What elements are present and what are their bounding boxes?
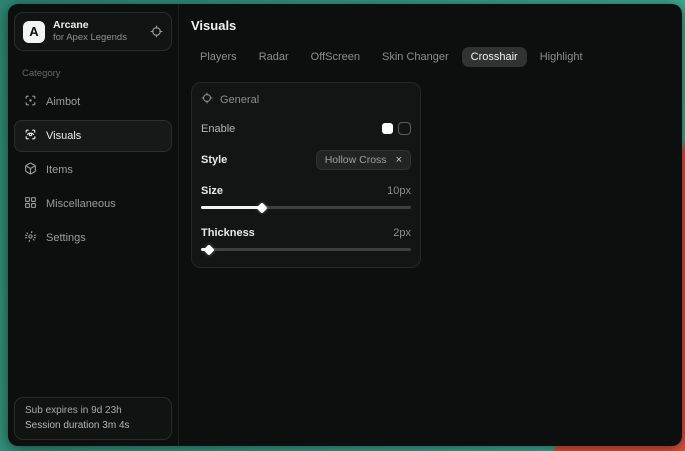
target-icon[interactable] [150, 25, 163, 38]
category-label: Category [22, 68, 164, 79]
sub-expires-text: Sub expires in 9d 23h [25, 404, 161, 419]
enable-checkbox[interactable] [398, 122, 411, 135]
close-icon[interactable]: × [396, 155, 402, 166]
size-slider-thumb[interactable] [256, 202, 267, 213]
tab-crosshair[interactable]: Crosshair [462, 47, 527, 67]
enable-row: Enable [201, 122, 411, 135]
enable-label: Enable [201, 123, 235, 135]
sidebar-item-label: Items [46, 164, 73, 176]
style-select[interactable]: Hollow Cross × [316, 150, 411, 170]
card-title: General [220, 94, 259, 106]
sidebar-item-label: Aimbot [46, 96, 80, 108]
tab-radar[interactable]: Radar [250, 47, 298, 67]
sidebar-item-miscellaneous[interactable]: Miscellaneous [14, 188, 172, 220]
color-swatch[interactable] [382, 123, 393, 134]
size-row: Size 10px [201, 185, 411, 197]
sidebar-item-label: Visuals [46, 130, 81, 142]
tab-skin-changer[interactable]: Skin Changer [373, 47, 458, 67]
size-value: 10px [387, 185, 411, 197]
scan-eye-icon [24, 128, 37, 144]
size-label: Size [201, 185, 223, 197]
sidebar-nav: Aimbot Visuals Items [14, 86, 172, 254]
style-value: Hollow Cross [325, 154, 387, 166]
sidebar-item-items[interactable]: Items [14, 154, 172, 186]
tab-bar: Players Radar OffScreen Skin Changer Cro… [191, 47, 670, 67]
sidebar-item-visuals[interactable]: Visuals [14, 120, 172, 152]
sidebar: A Arcane for Apex Legends Category Aimbo… [8, 4, 179, 446]
session-duration-text: Session duration 3m 4s [25, 419, 161, 434]
subscription-card: Sub expires in 9d 23h Session duration 3… [14, 397, 172, 440]
app-window: A Arcane for Apex Legends Category Aimbo… [8, 4, 682, 446]
tab-players[interactable]: Players [191, 47, 246, 67]
thickness-label: Thickness [201, 227, 255, 239]
aimbot-focus-icon [24, 94, 37, 110]
general-card: General Enable Style Hollow Cross × Size… [191, 82, 421, 268]
tab-offscreen[interactable]: OffScreen [302, 47, 369, 67]
profile-card: A Arcane for Apex Legends [14, 12, 172, 51]
style-label: Style [201, 154, 227, 166]
gear-icon [24, 230, 37, 246]
page-title: Visuals [191, 18, 670, 33]
style-row: Style Hollow Cross × [201, 150, 411, 170]
sidebar-item-label: Settings [46, 232, 86, 244]
thickness-slider-thumb[interactable] [204, 244, 215, 255]
app-subtitle: for Apex Legends [53, 32, 142, 44]
thickness-slider[interactable] [201, 245, 411, 254]
app-logo: A [23, 21, 45, 43]
thickness-row: Thickness 2px [201, 227, 411, 239]
main-content: Visuals Players Radar OffScreen Skin Cha… [179, 4, 682, 446]
tab-highlight[interactable]: Highlight [531, 47, 592, 67]
thickness-value: 2px [393, 227, 411, 239]
grid-icon [24, 196, 37, 212]
package-icon [24, 162, 37, 178]
app-name: Arcane [53, 19, 142, 32]
size-slider[interactable] [201, 203, 411, 212]
sidebar-item-settings[interactable]: Settings [14, 222, 172, 254]
sidebar-item-aimbot[interactable]: Aimbot [14, 86, 172, 118]
crosshair-icon [201, 92, 213, 107]
sidebar-item-label: Miscellaneous [46, 198, 116, 210]
